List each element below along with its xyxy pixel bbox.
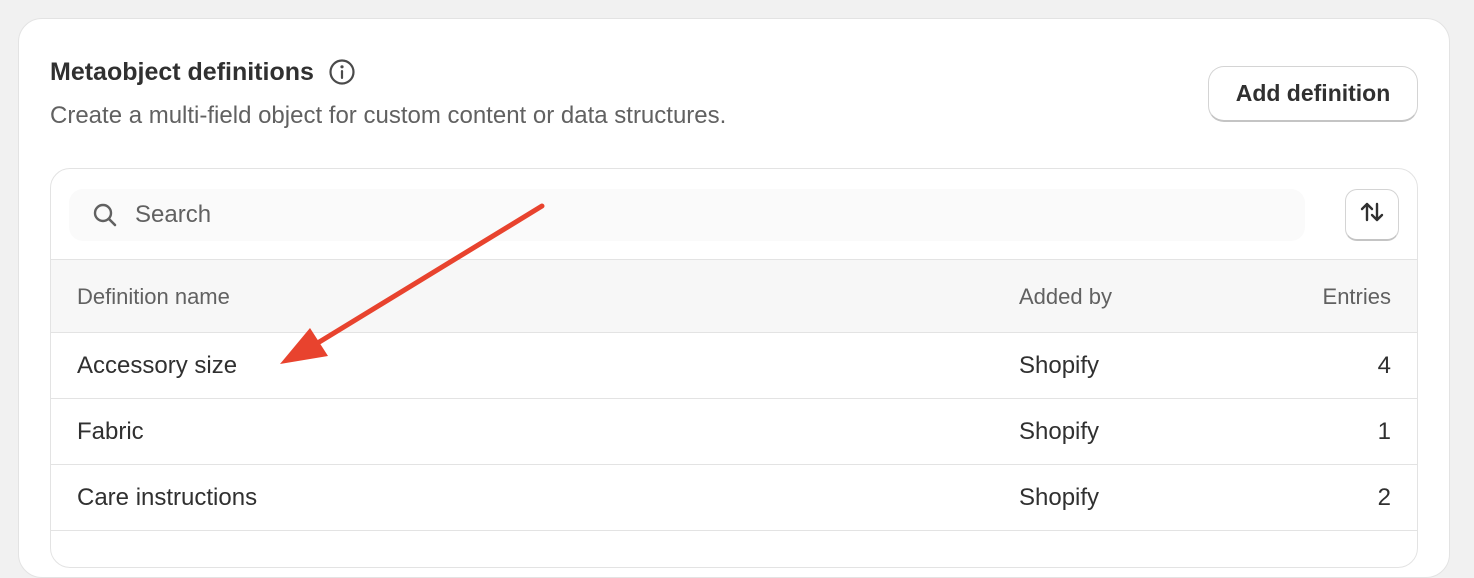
entries-cell: 2: [1377, 484, 1391, 511]
definition-name-cell[interactable]: Care instructions: [77, 483, 257, 513]
table-row[interactable]: Care instructions Shopify 2: [51, 465, 1417, 531]
title-row: Metaobject definitions: [50, 56, 356, 88]
sort-arrows-icon: [1358, 198, 1386, 231]
added-by-cell: Shopify: [1019, 352, 1100, 379]
entries-cell: 1: [1377, 418, 1391, 445]
column-header-definition-name[interactable]: Definition name: [77, 284, 230, 310]
definition-name-cell[interactable]: Fabric: [77, 417, 144, 447]
search-icon: [91, 201, 119, 229]
table-header: Definition name Added by Entries: [51, 259, 1417, 333]
page-subtitle: Create a multi-field object for custom c…: [50, 102, 727, 129]
added-by-cell: Shopify: [1019, 418, 1100, 445]
search-bar[interactable]: [69, 189, 1305, 241]
info-icon[interactable]: [328, 58, 356, 86]
page-title: Metaobject definitions: [50, 58, 314, 86]
column-header-entries[interactable]: Entries: [1323, 284, 1391, 310]
column-header-added-by[interactable]: Added by: [1019, 284, 1112, 310]
definitions-table: Definition name Added by Entries Accesso…: [50, 168, 1418, 568]
search-input[interactable]: [133, 200, 1237, 230]
table-row[interactable]: Fabric Shopify 1: [51, 399, 1417, 465]
added-by-cell: Shopify: [1019, 484, 1100, 511]
entries-cell: 4: [1377, 352, 1391, 379]
table-row[interactable]: Accessory size Shopify 4: [51, 333, 1417, 399]
add-definition-button[interactable]: Add definition: [1208, 66, 1418, 122]
definition-name-cell[interactable]: Accessory size: [77, 351, 237, 381]
sort-button[interactable]: [1345, 189, 1399, 241]
